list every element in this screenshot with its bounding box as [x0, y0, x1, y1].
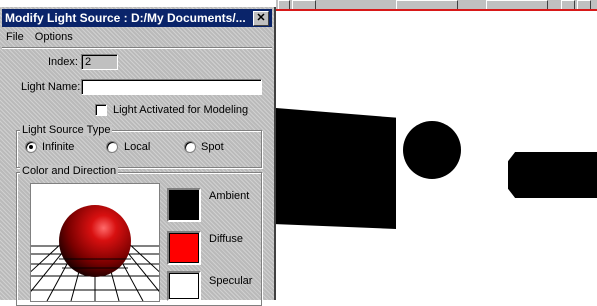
specular-label: Specular — [209, 275, 253, 287]
ambient-label: Ambient — [209, 190, 250, 202]
radio-local-label: Local — [124, 141, 151, 153]
radio-spot-label: Spot — [201, 141, 224, 153]
light-direction-preview[interactable] — [30, 183, 160, 302]
specular-swatch[interactable] — [167, 271, 201, 301]
menu-options[interactable]: Options — [31, 29, 77, 45]
light-name-label: Light Name: — [21, 81, 81, 93]
rendered-cube[interactable] — [276, 108, 396, 229]
light-name-input[interactable] — [81, 79, 262, 95]
ambient-swatch[interactable] — [167, 188, 201, 222]
diffuse-label: Diffuse — [209, 233, 244, 245]
light-activated-checkbox[interactable] — [95, 104, 107, 116]
dialog-titlebar[interactable]: Modify Light Source : D:/My Documents/..… — [2, 9, 272, 27]
radio-local[interactable] — [106, 141, 118, 153]
dialog-title: Modify Light Source : D:/My Documents/..… — [5, 11, 246, 25]
index-field: 2 — [81, 54, 118, 70]
close-icon[interactable]: ✕ — [253, 11, 269, 26]
radio-infinite[interactable] — [25, 141, 37, 153]
menu-separator — [2, 47, 272, 49]
radio-spot[interactable] — [184, 141, 196, 153]
light-source-type-title: Light Source Type — [20, 124, 113, 136]
index-label: Index: — [48, 56, 78, 68]
canvas-toolbar-strip — [276, 0, 597, 11]
drawing-canvas[interactable] — [276, 0, 597, 300]
preview-sphere-grid — [31, 184, 159, 301]
rendered-sphere[interactable] — [403, 121, 461, 179]
diffuse-swatch[interactable] — [167, 231, 201, 265]
color-direction-title: Color and Direction — [20, 165, 119, 177]
modify-light-source-dialog: Modify Light Source : D:/My Documents/..… — [0, 7, 276, 306]
rendered-cylinder[interactable] — [508, 152, 597, 198]
light-activated-label: Light Activated for Modeling — [113, 104, 249, 116]
radio-infinite-label: Infinite — [42, 141, 75, 153]
menu-bar: File Options — [2, 29, 272, 45]
menu-file[interactable]: File — [2, 29, 28, 45]
